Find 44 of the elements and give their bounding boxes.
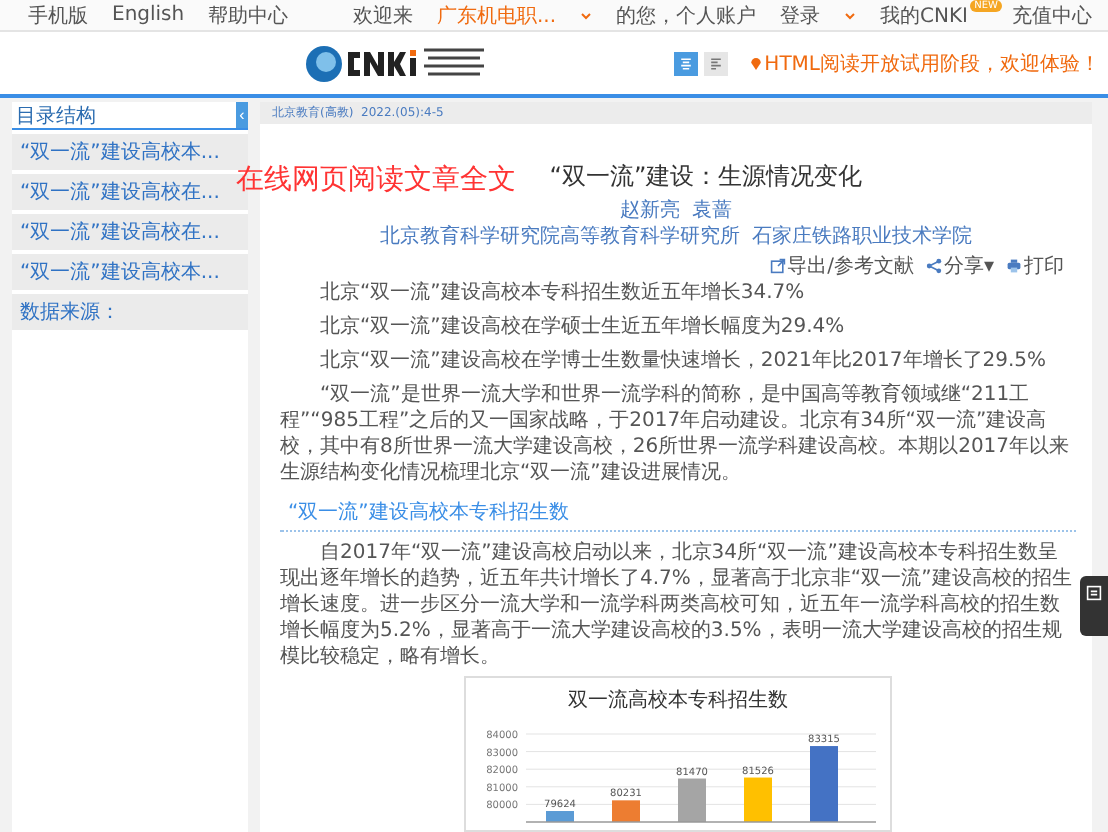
top-link[interactable]: 手机版 xyxy=(28,1,88,29)
pin-icon xyxy=(750,55,763,71)
top-link[interactable]: English xyxy=(112,4,185,26)
bar xyxy=(612,800,640,822)
document-icon xyxy=(1086,584,1102,602)
side-panel-tab[interactable] xyxy=(1080,576,1108,636)
my-cnki-link[interactable]: 我的CNKI xyxy=(880,5,968,27)
article-tool-link[interactable]: 打印 xyxy=(1006,252,1064,280)
bar xyxy=(546,811,574,822)
greeting-text: 的您，个人账户 xyxy=(616,3,757,29)
sidebar-title: 目录结构 xyxy=(14,103,96,128)
sidebar-item[interactable]: “双一流”建设高校本... xyxy=(12,134,248,170)
bar xyxy=(810,746,838,822)
recharge-link[interactable]: 充值中心 xyxy=(1012,1,1092,29)
bar xyxy=(744,777,772,822)
highlight-line: 北京“双一流”建设高校本专科招生数近五年增长34.7% xyxy=(318,280,807,306)
print-icon xyxy=(1006,258,1022,274)
affiliation: 北京教育科学研究院高等教育科学研究所 石家庄铁路职业技术学院 xyxy=(379,226,973,248)
share-icon xyxy=(925,258,942,274)
authors: 赵新亮 袁蔷 xyxy=(619,200,733,222)
login-link[interactable]: 登录 xyxy=(780,1,821,29)
section-heading: “双一流”建设高校本专科招生数 xyxy=(280,498,1076,532)
article-title: “双一流”建设：生源情况变化 xyxy=(549,160,863,194)
view-mode-button[interactable] xyxy=(704,51,729,75)
intro-paragraph: “双一流”是世界一流大学和世界一流学科的简称，是中国高等教育领域继“211工程”“985工程”之后的又一国家战略，于2017年启动建设。北京有34所“双一流”建设高校，其中有8所世界一流大学建设高校，26所世界一流学科建设高校。本期以2017年以来生源结构变化情况梳理北京“双一流”建设进展情况。 xyxy=(280,382,1072,486)
export-icon xyxy=(769,258,786,274)
article-tool-link[interactable]: 分享▾ xyxy=(925,252,994,280)
bar xyxy=(678,778,706,822)
data-source-label: 数据来源： xyxy=(12,294,248,330)
caret-icon xyxy=(844,9,857,21)
lines-icon xyxy=(708,55,725,71)
chart-title: 双一流高校本专科招生数 xyxy=(568,690,788,712)
sidebar-item[interactable]: “双一流”建设高校在... xyxy=(12,214,248,250)
view-mode-button[interactable] xyxy=(674,51,699,75)
caret-icon xyxy=(580,9,593,21)
welcome-text: 欢迎来 xyxy=(352,3,413,29)
highlight-line: 北京“双一流”建设高校在学博士生数量快速增长，2021年比2017年增长了29.5% xyxy=(318,348,1049,374)
section-paragraph: 自2017年“双一流”建设高校启动以来，北京34所“双一流”建设高校本专科招生数呈现出逐年增长的趋势，近五年共计增长了4.7%，显著高于北京非“双一流”建设高校的招生增长速度。进一步区分一流大学和一流学科两类高校可知，近五年一流学科高校的招生数增长幅度为5.2%，显著高于一流大学建设高校的3.5%，表明一流大学建设高校的招生规模比较稳定，略有增长。 xyxy=(280,540,1074,670)
sidebar-item[interactable]: “双一流”建设高校本... xyxy=(12,254,248,290)
lines-icon xyxy=(678,55,695,71)
article-tool-link[interactable]: 导出/参考文献 xyxy=(769,252,914,280)
top-link[interactable]: 帮助中心 xyxy=(208,1,289,29)
trial-notice: HTML阅读开放试用阶段，欢迎体验！ xyxy=(764,51,1100,77)
highlight-line: 北京“双一流”建设高校在学硕士生近五年增长幅度为29.4% xyxy=(318,314,847,340)
